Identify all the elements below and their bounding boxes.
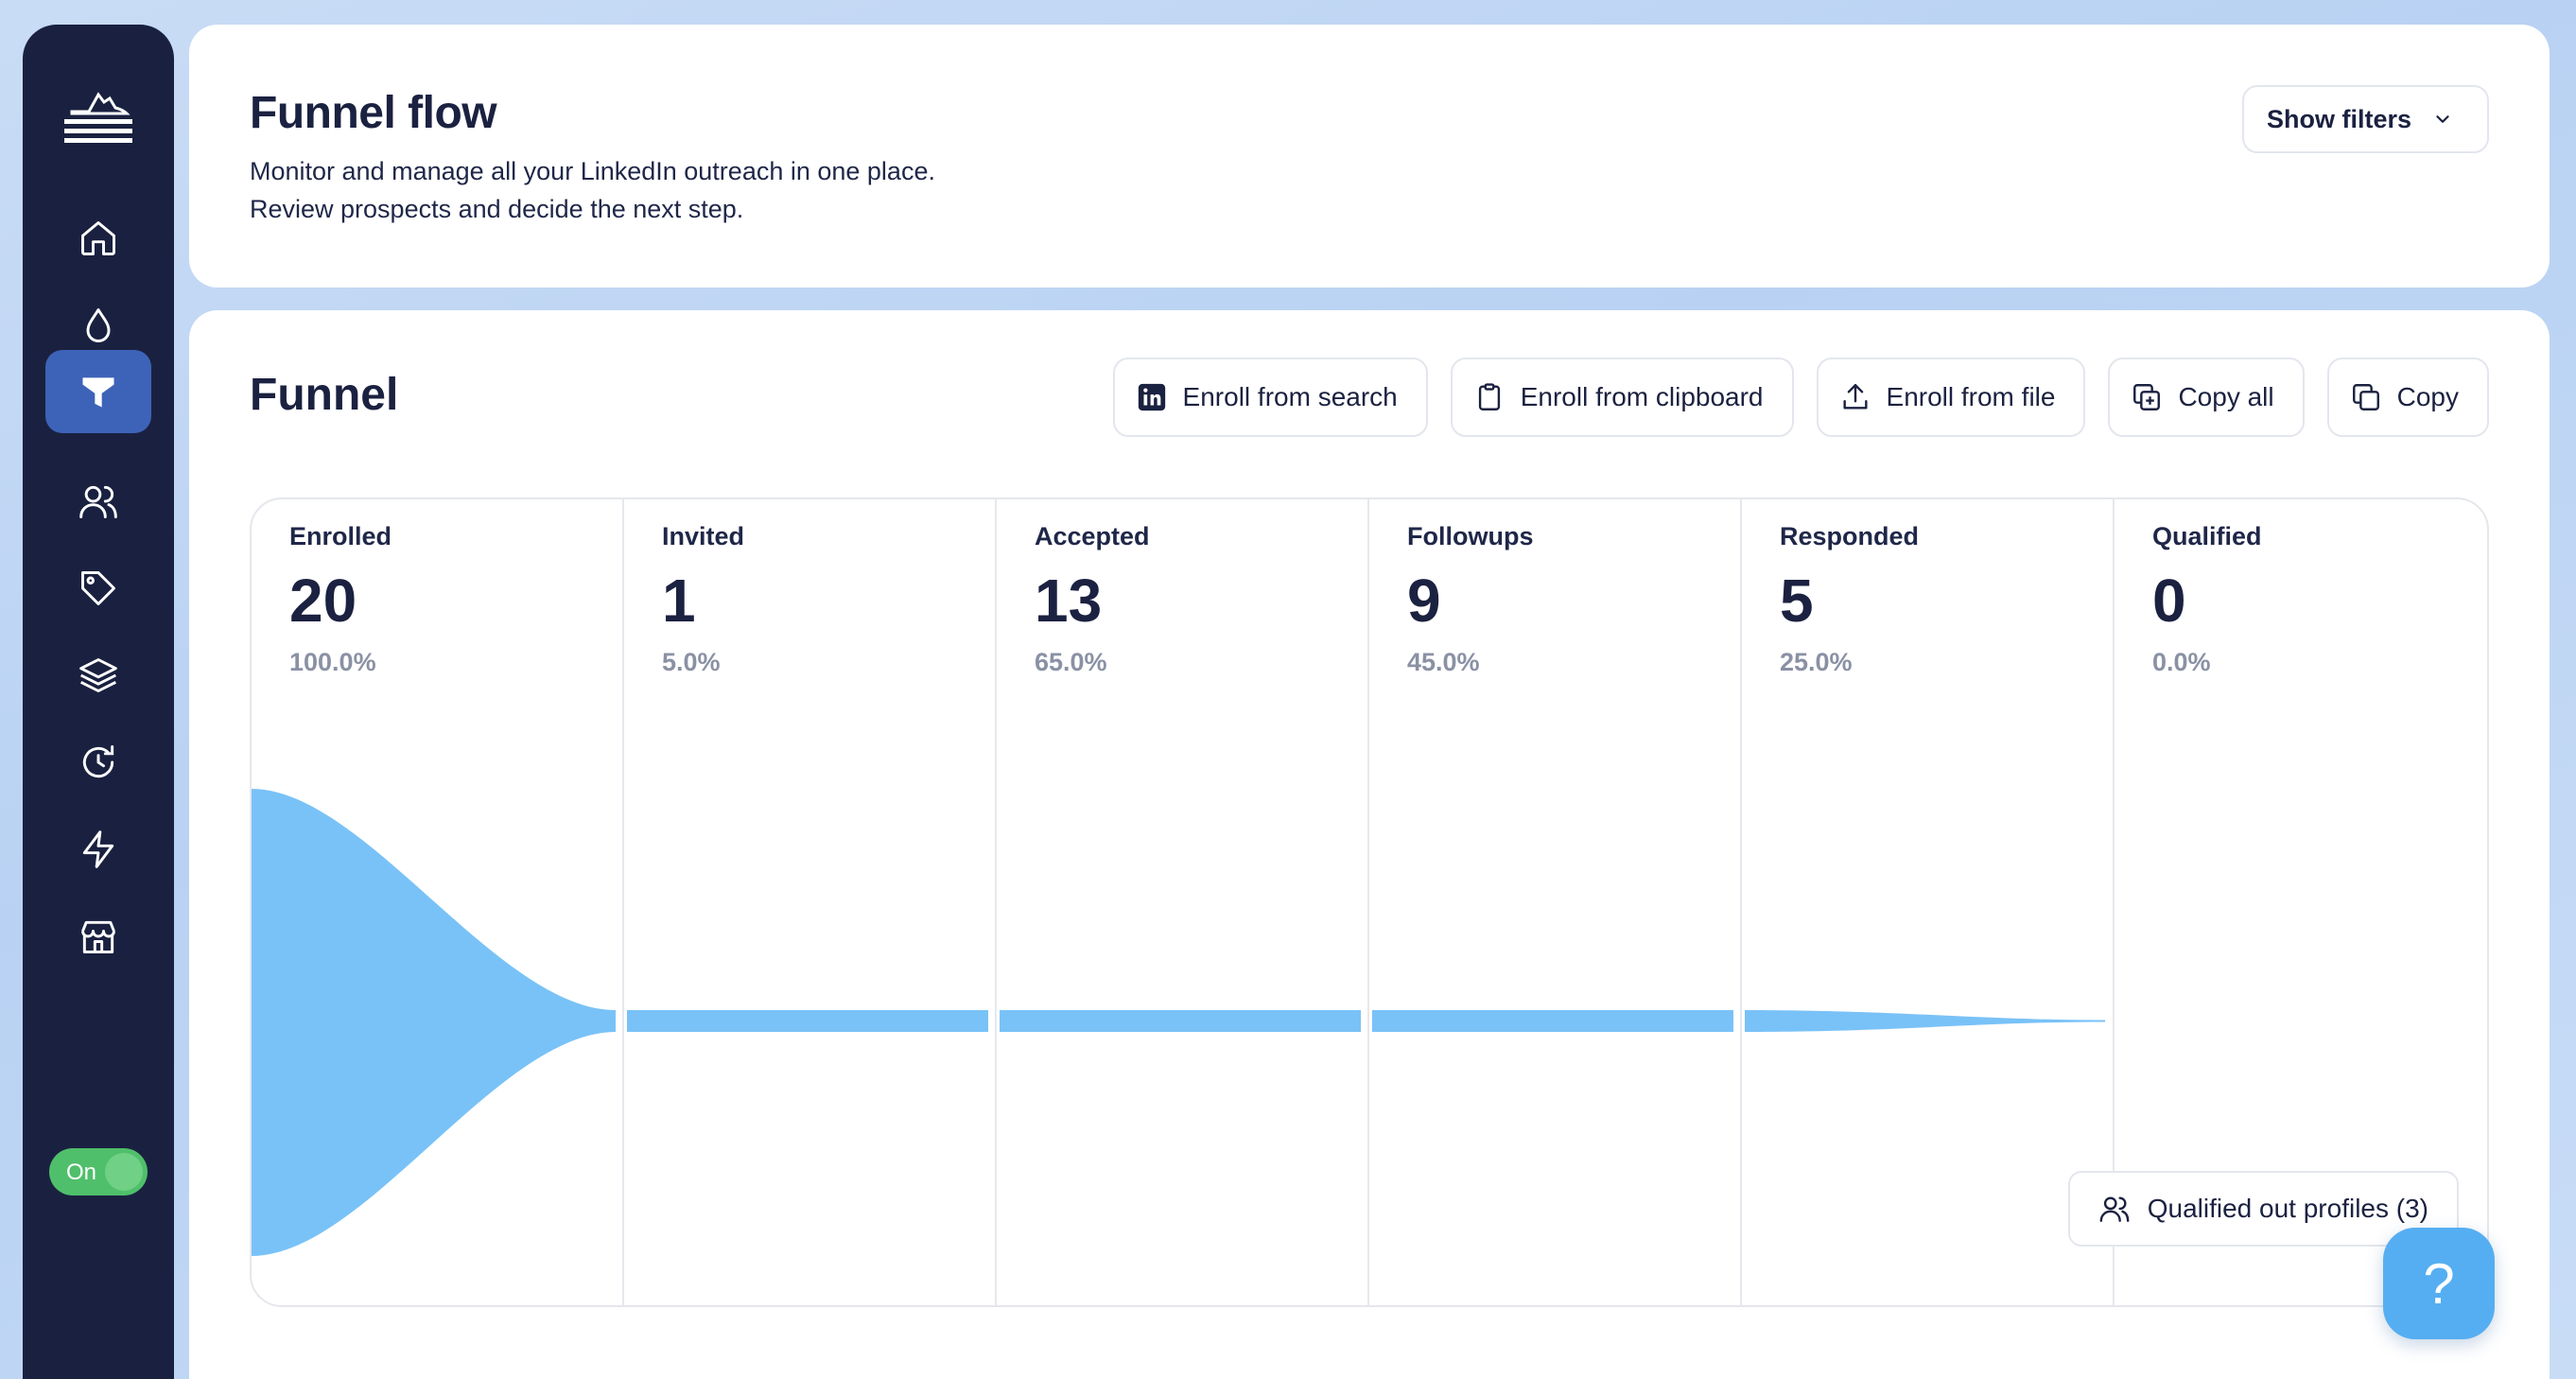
stage-count: 1 xyxy=(662,567,696,635)
store-icon xyxy=(81,920,115,953)
help-button[interactable]: ? xyxy=(2383,1228,2495,1339)
stage-count: 20 xyxy=(289,567,357,635)
bolt-icon xyxy=(82,830,114,868)
stage-name: Qualified xyxy=(2152,522,2262,550)
sidebar-item-history[interactable] xyxy=(45,721,151,804)
sidebar-item-funnel[interactable] xyxy=(45,350,151,433)
sidebar-item-automation[interactable] xyxy=(45,808,151,891)
copy-icon xyxy=(2352,384,2379,410)
funnel-icon xyxy=(82,377,114,408)
sidebar: On xyxy=(23,25,174,1379)
header-card: Funnel flow Monitor and manage all your … xyxy=(189,25,2550,288)
stage-percent: 25.0% xyxy=(1780,648,1853,676)
stage-responded[interactable]: Responded 5 25.0% xyxy=(1780,522,1919,677)
users-icon xyxy=(79,485,117,518)
funnel-actions: Enroll from search Enroll from clipboard… xyxy=(1112,358,2489,437)
linkedin-icon xyxy=(1138,383,1165,411)
stage-divider xyxy=(622,499,624,1305)
stage-name: Accepted xyxy=(1035,522,1150,550)
enroll-from-file-button[interactable]: Enroll from file xyxy=(1816,358,2086,437)
page-title: Funnel flow xyxy=(250,88,497,138)
show-filters-button[interactable]: Show filters xyxy=(2241,85,2489,153)
stage-name: Enrolled xyxy=(289,522,392,550)
logo xyxy=(61,74,136,159)
copy-button[interactable]: Copy xyxy=(2326,358,2489,437)
stage-percent: 0.0% xyxy=(2152,648,2211,676)
stage-enrolled[interactable]: Enrolled 20 100.0% xyxy=(289,522,392,677)
enroll-from-clipboard-button[interactable]: Enroll from clipboard xyxy=(1450,358,1794,437)
stage-name: Invited xyxy=(662,522,745,550)
stage-accepted[interactable]: Accepted 13 65.0% xyxy=(1035,522,1150,677)
upload-icon xyxy=(1842,384,1868,410)
clipboard-icon xyxy=(1478,383,1500,410)
enroll-from-file-label: Enroll from file xyxy=(1886,382,2056,411)
stage-count: 0 xyxy=(2152,567,2186,635)
stage-percent: 5.0% xyxy=(662,648,721,676)
users-icon xyxy=(2099,1196,2130,1222)
stage-followups[interactable]: Followups 9 45.0% xyxy=(1407,522,1533,677)
chevron-down-icon xyxy=(2436,115,2449,123)
stage-name: Responded xyxy=(1780,522,1920,550)
home-icon xyxy=(81,221,115,255)
stage-percent: 45.0% xyxy=(1407,648,1480,676)
sidebar-item-tags[interactable] xyxy=(45,547,151,630)
qualified-out-profiles-label: Qualified out profiles (3) xyxy=(2147,1194,2428,1223)
stage-divider xyxy=(1367,499,1369,1305)
tag-icon xyxy=(81,571,115,605)
enroll-from-search-button[interactable]: Enroll from search xyxy=(1112,358,1428,437)
drop-icon xyxy=(86,308,111,342)
sidebar-item-store[interactable] xyxy=(45,895,151,978)
copy-label: Copy xyxy=(2396,382,2459,411)
sneaker-logo-icon xyxy=(64,92,132,143)
stage-name: Followups xyxy=(1407,522,1534,550)
on-off-toggle[interactable]: On xyxy=(49,1148,148,1196)
stage-percent: 65.0% xyxy=(1035,648,1107,676)
copy-plus-icon xyxy=(2133,384,2161,410)
stage-qualified[interactable]: Qualified 0 0.0% xyxy=(2152,522,2262,677)
stage-divider xyxy=(1740,499,1742,1305)
show-filters-label: Show filters xyxy=(2266,104,2411,133)
copy-all-button[interactable]: Copy all xyxy=(2108,358,2305,437)
toggle-label: On xyxy=(66,1160,97,1185)
funnel-chart: Enrolled 20 100.0% Invited 1 5.0% Accept… xyxy=(250,497,2489,1307)
stage-divider xyxy=(995,499,997,1305)
stage-count: 5 xyxy=(1780,567,1814,635)
funnel-title: Funnel xyxy=(250,370,399,420)
stage-count: 9 xyxy=(1407,567,1441,635)
page-subtitle-line1: Monitor and manage all your LinkedIn out… xyxy=(250,157,935,185)
funnel-card: Funnel Enroll from search Enroll from cl… xyxy=(189,310,2550,1379)
layers-icon xyxy=(79,658,117,692)
sidebar-item-users[interactable] xyxy=(45,460,151,543)
sidebar-item-layers[interactable] xyxy=(45,634,151,717)
enroll-from-search-label: Enroll from search xyxy=(1182,382,1398,411)
help-label: ? xyxy=(2423,1251,2455,1316)
stage-invited[interactable]: Invited 1 5.0% xyxy=(662,522,744,677)
copy-all-label: Copy all xyxy=(2178,382,2274,411)
stage-percent: 100.0% xyxy=(289,648,376,676)
sidebar-item-home[interactable] xyxy=(45,197,151,280)
toggle-knob xyxy=(105,1153,143,1191)
page-subtitle-line2: Review prospects and decide the next ste… xyxy=(250,195,744,223)
enroll-from-clipboard-label: Enroll from clipboard xyxy=(1520,382,1764,411)
stage-count: 13 xyxy=(1035,567,1103,635)
history-icon xyxy=(82,745,114,778)
